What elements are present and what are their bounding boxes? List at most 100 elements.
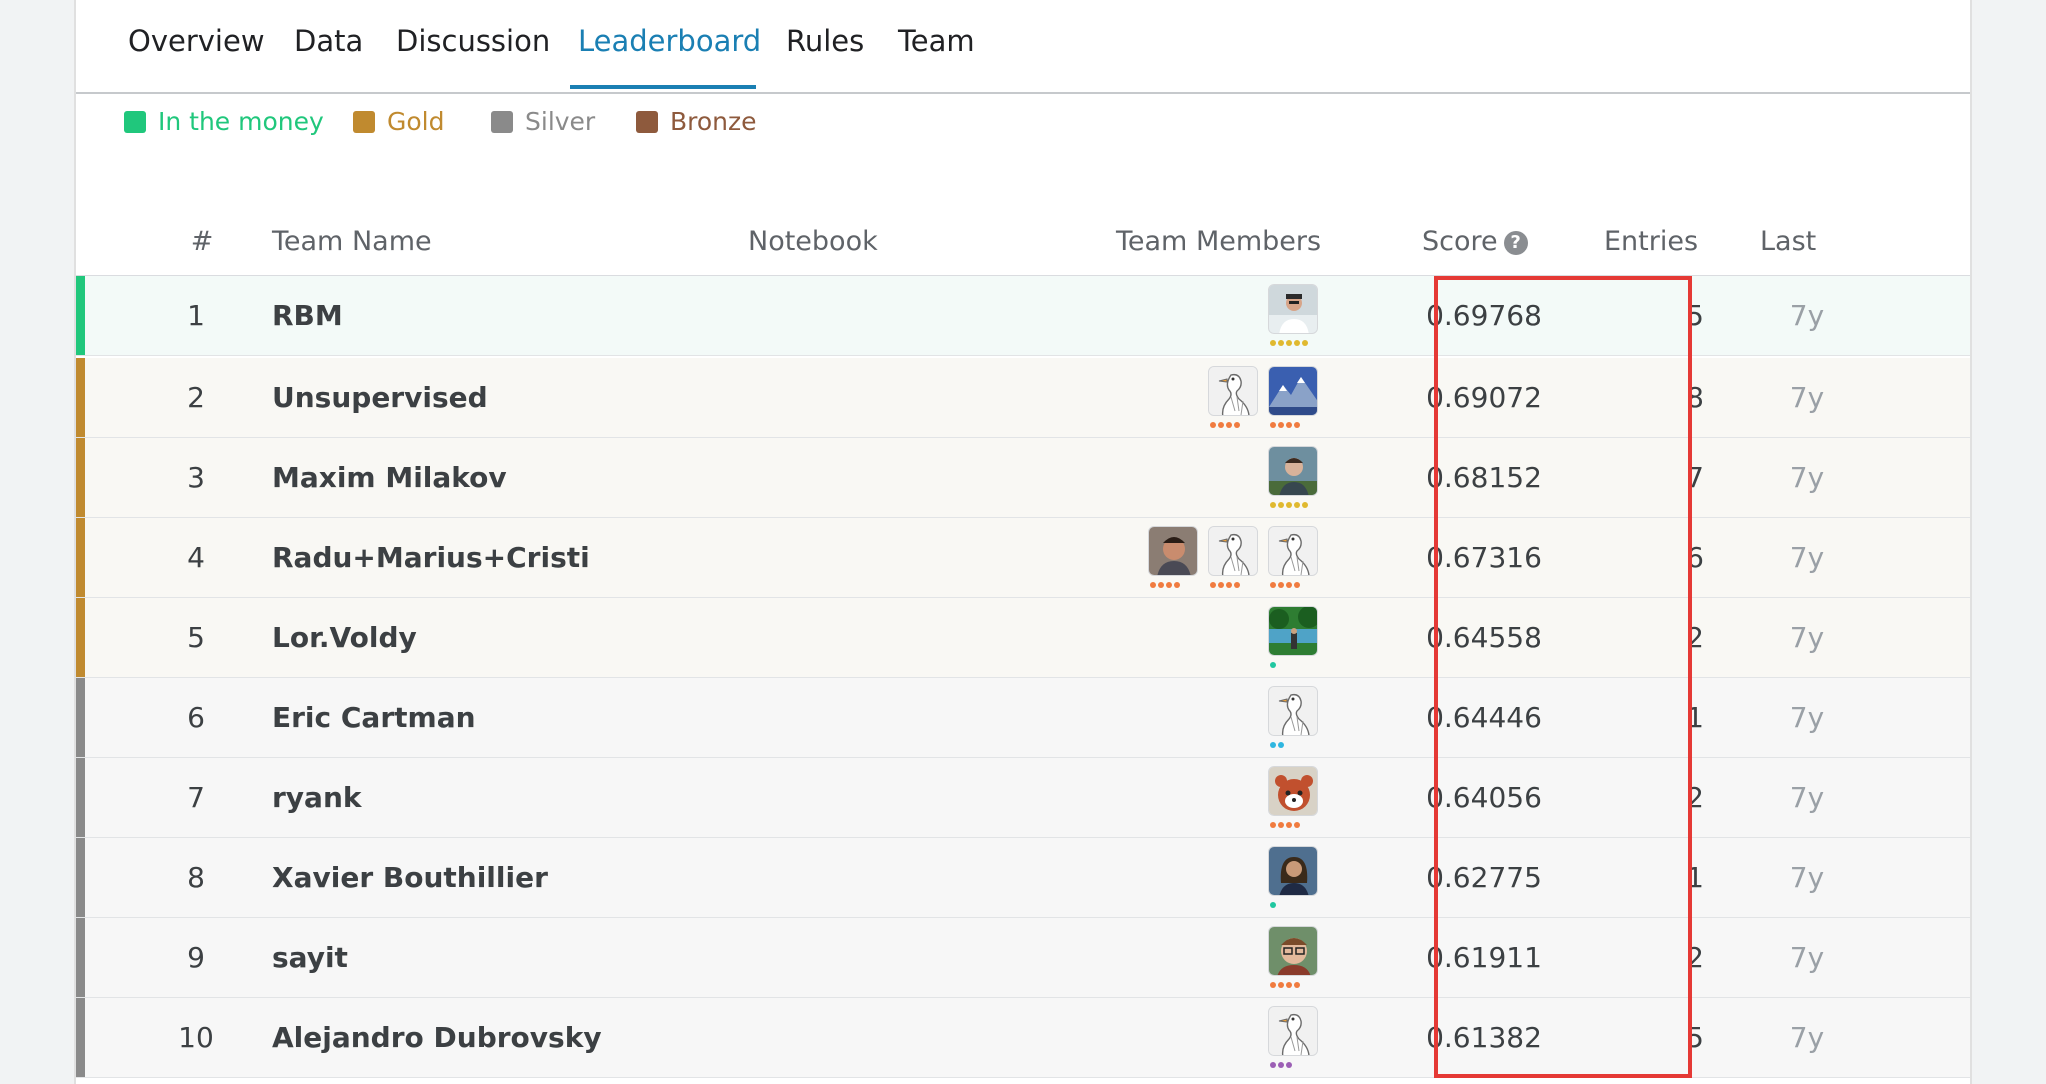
avatar-photo-man-white-shirt <box>1268 284 1318 334</box>
tier-dot <box>1302 502 1308 508</box>
tab-rules[interactable]: Rules <box>786 24 864 58</box>
entries-cell: 1 <box>1686 701 1704 734</box>
team-name-link[interactable]: ryank <box>272 758 362 838</box>
team-name-link[interactable]: Unsupervised <box>272 358 488 438</box>
medal-bar <box>76 838 85 917</box>
avatar-photo-mountains <box>1268 366 1318 416</box>
leaderboard-row[interactable]: 1 RBM 0.69768 5 7y <box>76 276 1970 356</box>
rank-cell: 7 <box>187 781 205 814</box>
column-entries[interactable]: Entries <box>1604 226 1698 257</box>
leaderboard-row[interactable]: 10 Alejandro Dubrovsky 0.61382 5 7y <box>76 998 1970 1078</box>
leaderboard-row[interactable]: 8 Xavier Bouthillier 0.62775 1 7y <box>76 838 1970 918</box>
legend-label: Silver <box>525 107 596 136</box>
tier-dots <box>1210 582 1240 588</box>
member-avatar[interactable] <box>1268 526 1318 590</box>
score-cell: 0.68152 <box>1426 461 1542 494</box>
column-team-name[interactable]: Team Name <box>272 226 432 257</box>
member-avatar[interactable] <box>1268 766 1318 830</box>
score-cell: 0.64558 <box>1426 621 1542 654</box>
tier-dot <box>1270 982 1276 988</box>
team-name-link[interactable]: sayit <box>272 918 348 998</box>
tier-dot <box>1270 662 1276 668</box>
avatar-photo-lake-trees <box>1268 606 1318 656</box>
leaderboard-row[interactable]: 5 Lor.Voldy 0.64558 2 7y <box>76 598 1970 678</box>
legend-swatch <box>124 111 146 133</box>
team-members <box>1268 686 1318 750</box>
leaderboard-row[interactable]: 2 Unsupervised 0.69072 8 7y <box>76 358 1970 438</box>
medal-bar <box>76 598 85 677</box>
tier-dot <box>1234 422 1240 428</box>
last-submission-cell: 7y <box>1789 299 1825 332</box>
team-name-link[interactable]: Lor.Voldy <box>272 598 417 678</box>
leaderboard-row[interactable]: 3 Maxim Milakov 0.68152 7 7y <box>76 438 1970 518</box>
member-avatar[interactable] <box>1268 284 1318 348</box>
tier-dot <box>1218 582 1224 588</box>
rank-cell: 3 <box>187 461 205 494</box>
tier-dot <box>1150 582 1156 588</box>
tab-team[interactable]: Team <box>898 24 975 58</box>
member-avatar[interactable] <box>1148 526 1198 590</box>
entries-cell: 5 <box>1686 1021 1704 1054</box>
tier-dot <box>1270 422 1276 428</box>
member-avatar[interactable] <box>1268 446 1318 510</box>
column-score[interactable]: Score? <box>1422 226 1528 257</box>
leaderboard-row[interactable]: 6 Eric Cartman 0.64446 1 7y <box>76 678 1970 758</box>
rank-cell: 2 <box>187 381 205 414</box>
tier-dot <box>1210 582 1216 588</box>
tier-dot <box>1270 582 1276 588</box>
member-avatar[interactable] <box>1268 606 1318 670</box>
member-avatar[interactable] <box>1268 366 1318 430</box>
question-circle-icon[interactable]: ? <box>1503 231 1528 255</box>
last-submission-cell: 7y <box>1789 701 1825 734</box>
entries-cell: 8 <box>1686 381 1704 414</box>
legend-swatch <box>353 111 375 133</box>
score-cell: 0.69768 <box>1426 299 1542 332</box>
legend-label: Bronze <box>670 107 757 136</box>
rank-cell: 9 <box>187 941 205 974</box>
last-submission-cell: 7y <box>1789 861 1825 894</box>
team-name-link[interactable]: Xavier Bouthillier <box>272 838 548 918</box>
leaderboard-page: Overview Data Discussion Leaderboard Rul… <box>74 0 1972 1084</box>
member-avatar[interactable] <box>1268 926 1318 990</box>
team-name-link[interactable]: RBM <box>272 276 343 356</box>
score-cell: 0.61382 <box>1426 1021 1542 1054</box>
tier-dot <box>1270 822 1276 828</box>
tier-dot <box>1286 1062 1292 1068</box>
team-members <box>1268 606 1318 670</box>
rank-cell: 8 <box>187 861 205 894</box>
entries-cell: 2 <box>1686 781 1704 814</box>
tier-dot <box>1158 582 1164 588</box>
member-avatar[interactable] <box>1268 846 1318 910</box>
leaderboard-row[interactable]: 9 sayit 0.61911 2 7y <box>76 918 1970 998</box>
leaderboard-row[interactable]: 4 Radu+Marius+Cristi 0.67316 6 7y <box>76 518 1970 598</box>
team-name-link[interactable]: Radu+Marius+Cristi <box>272 518 590 598</box>
tier-dot <box>1278 502 1284 508</box>
team-members <box>1268 446 1318 510</box>
team-members <box>1268 766 1318 830</box>
tier-dots <box>1270 662 1276 668</box>
column-last[interactable]: Last <box>1760 226 1816 257</box>
tier-dots <box>1270 502 1308 508</box>
avatar-goose-default <box>1268 526 1318 576</box>
tab-data[interactable]: Data <box>294 24 363 58</box>
rank-cell: 6 <box>187 701 205 734</box>
tab-overview[interactable]: Overview <box>128 24 265 58</box>
team-name-link[interactable]: Eric Cartman <box>272 678 476 758</box>
score-cell: 0.64056 <box>1426 781 1542 814</box>
team-name-link[interactable]: Alejandro Dubrovsky <box>272 998 602 1078</box>
tab-discussion[interactable]: Discussion <box>396 24 550 58</box>
team-name-link[interactable]: Maxim Milakov <box>272 438 507 518</box>
member-avatar[interactable] <box>1208 366 1258 430</box>
last-submission-cell: 7y <box>1789 381 1825 414</box>
tab-leaderboard[interactable]: Leaderboard <box>578 24 761 58</box>
tier-dots <box>1270 422 1300 428</box>
leaderboard-row[interactable]: 7 ryank 0.64056 2 7y <box>76 758 1970 838</box>
member-avatar[interactable] <box>1268 1006 1318 1070</box>
column-rank[interactable]: # <box>172 226 232 257</box>
score-cell: 0.69072 <box>1426 381 1542 414</box>
tier-dot <box>1294 422 1300 428</box>
member-avatar[interactable] <box>1268 686 1318 750</box>
entries-cell: 6 <box>1686 541 1704 574</box>
team-members <box>1208 366 1318 430</box>
member-avatar[interactable] <box>1208 526 1258 590</box>
